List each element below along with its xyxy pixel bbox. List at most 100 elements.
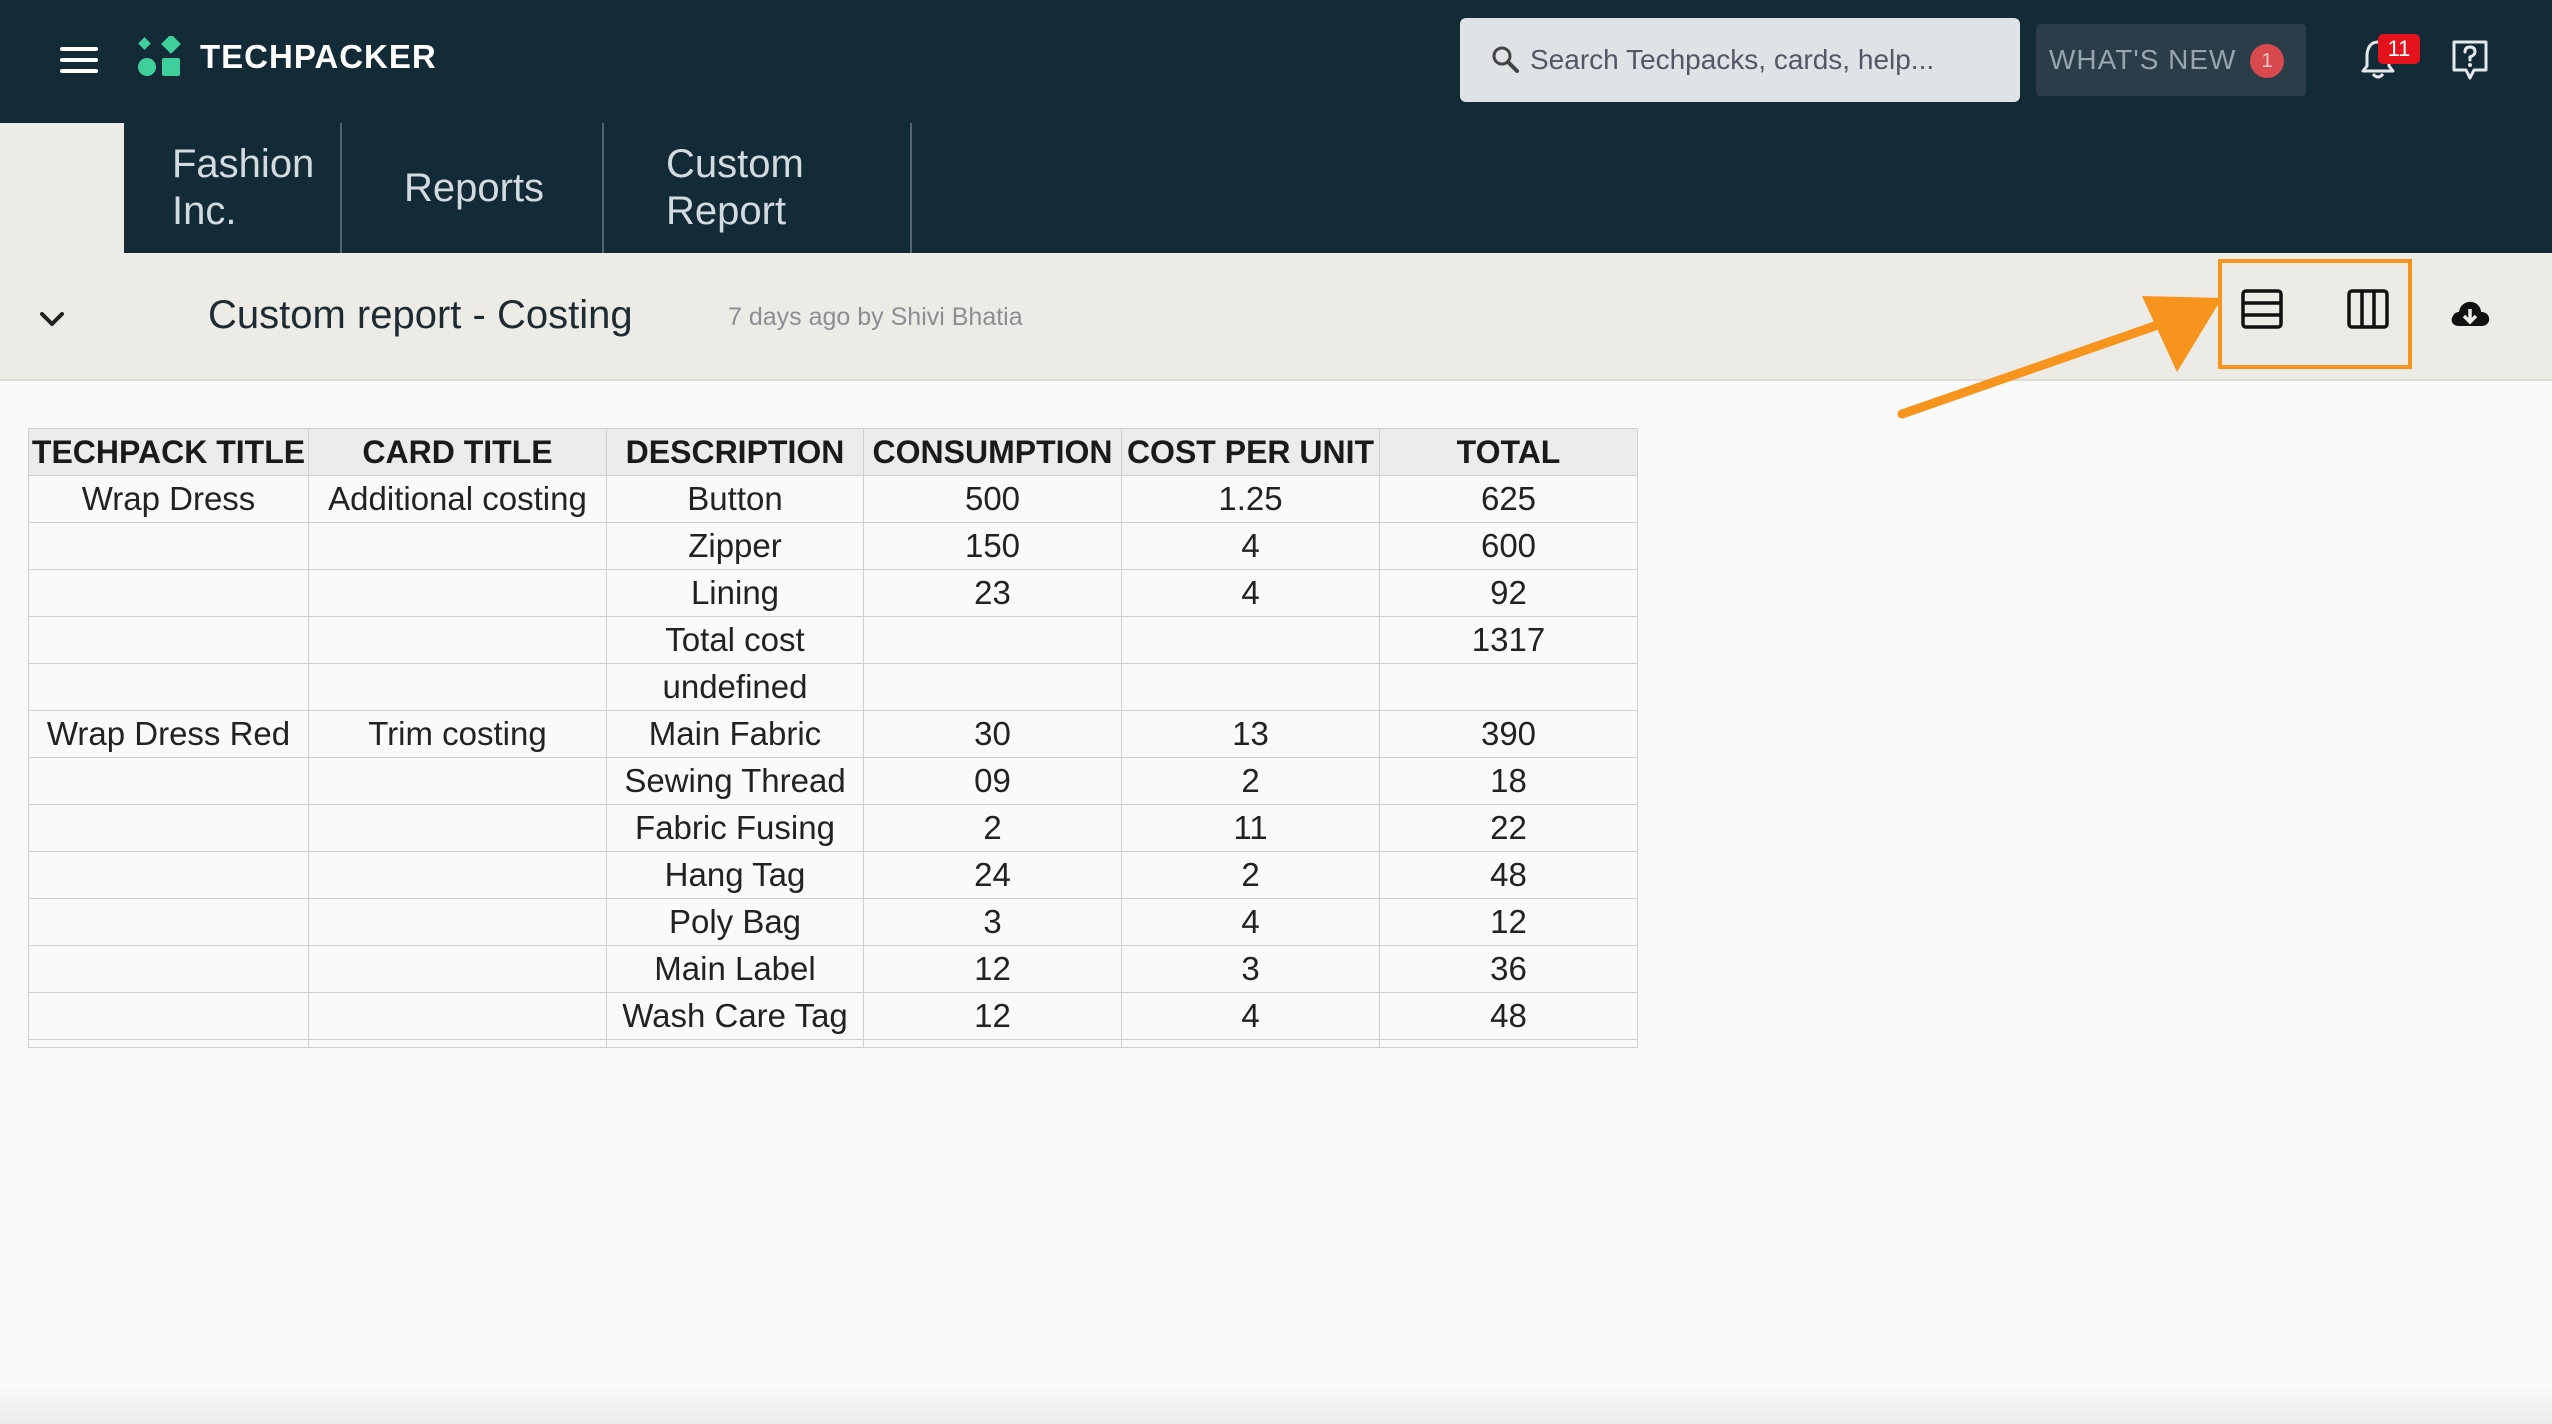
table-cell: 18 (1379, 757, 1638, 805)
table-cell: 390 (1379, 710, 1638, 758)
table-cell: 2 (1121, 851, 1380, 899)
table-cell: 48 (1379, 992, 1638, 1040)
report-title: Custom report - Costing (208, 293, 633, 337)
hamburger-icon[interactable] (58, 44, 102, 76)
table-cell: 24 (863, 851, 1122, 899)
table-cell (308, 522, 607, 570)
column-header: CONSUMPTION (863, 428, 1122, 476)
table-cell: 22 (1379, 804, 1638, 852)
table-cell: Main Label (606, 945, 864, 993)
annotation-arrow (1897, 296, 2222, 419)
table-cell: Lining (606, 569, 864, 617)
table-cell (308, 804, 607, 852)
table-cell: 30 (863, 710, 1122, 758)
table-cell: 92 (1379, 569, 1638, 617)
table-cell (28, 569, 309, 617)
search-box[interactable] (1460, 18, 2020, 102)
table-cell (863, 616, 1122, 664)
magnifier-icon (1492, 46, 1519, 73)
table-cell: 1.25 (1121, 475, 1380, 523)
table-cell: 4 (1121, 522, 1380, 570)
breadcrumb-item-reports[interactable]: Reports (342, 123, 604, 253)
chevron-down-icon[interactable] (36, 303, 68, 335)
table-cell (1121, 616, 1380, 664)
table-cell: Trim costing (308, 710, 607, 758)
table-cell: Sewing Thread (606, 757, 864, 805)
notification-badge: 11 (2378, 34, 2420, 64)
table-cell: Main Fabric (606, 710, 864, 758)
table-cell (308, 757, 607, 805)
table-cell: 11 (1121, 804, 1380, 852)
table-cell: Wrap Dress Red (28, 710, 309, 758)
table-row: Poly Bag 3 4 12 (28, 898, 1638, 946)
table-cell: 150 (863, 522, 1122, 570)
table-cell: 48 (1379, 851, 1638, 899)
table-cell: Fabric Fusing (606, 804, 864, 852)
table-cell: 2 (1121, 757, 1380, 805)
table-row: Main Label 12 3 36 (28, 945, 1638, 993)
table-cell: 4 (1121, 569, 1380, 617)
breadcrumb-item-custom-report[interactable]: Custom Report (604, 123, 912, 253)
table-cell: Additional costing (308, 475, 607, 523)
table-row: Wash Care Tag 12 4 48 (28, 992, 1638, 1040)
table-cell: 1317 (1379, 616, 1638, 664)
table-cell: Poly Bag (606, 898, 864, 946)
table-cell: 12 (863, 945, 1122, 993)
columns-layout-icon[interactable] (2342, 283, 2394, 335)
table-row: Fabric Fusing 2 11 22 (28, 804, 1638, 852)
table-cell: 3 (863, 898, 1122, 946)
table-row: Wrap Dress Additional costing Button 500 1.2… (28, 475, 1638, 523)
table-cell (1121, 663, 1380, 711)
table-cell: 12 (1379, 898, 1638, 946)
table-header-row: TECHPACK TITLE CARD TITLE DESCRIPTION CO… (28, 428, 1638, 476)
rows-layout-icon[interactable] (2236, 283, 2288, 335)
cloud-download-icon[interactable] (2448, 295, 2492, 335)
table-cell: Hang Tag (606, 851, 864, 899)
whats-new-label: WHAT'S NEW (2049, 44, 2237, 75)
table-cell: 4 (1121, 898, 1380, 946)
table-cell (308, 569, 607, 617)
table-cell (308, 851, 607, 899)
table-cell (28, 522, 309, 570)
top-navbar: TECHPACKER WHAT'S NEW 1 11 (0, 0, 2552, 123)
whats-new-button[interactable]: WHAT'S NEW 1 (2036, 24, 2306, 96)
table-cell: 4 (1121, 992, 1380, 1040)
column-header: TOTAL (1379, 428, 1638, 476)
column-header: TECHPACK TITLE (28, 428, 309, 476)
table-cell: 625 (1379, 475, 1638, 523)
table-cell: Wash Care Tag (606, 992, 864, 1040)
table-cell (308, 663, 607, 711)
table-cell (28, 945, 309, 993)
table-cell (308, 898, 607, 946)
table-cell (863, 663, 1122, 711)
table-cell: Wrap Dress (28, 475, 309, 523)
table-cell: 09 (863, 757, 1122, 805)
table-cell (308, 945, 607, 993)
column-header: CARD TITLE (308, 428, 607, 476)
table-cell: 12 (863, 992, 1122, 1040)
table-row: undefined (28, 663, 1638, 711)
help-bubble-icon[interactable] (2450, 38, 2490, 82)
table-cell: 500 (863, 475, 1122, 523)
techpacker-logo[interactable] (138, 36, 182, 78)
table-cell: Button (606, 475, 864, 523)
table-cell (28, 663, 309, 711)
table-cell (28, 992, 309, 1040)
table-cell: 23 (863, 569, 1122, 617)
brand-name: TECHPACKER (200, 38, 437, 75)
search-input[interactable] (1530, 36, 2000, 84)
table-cell (28, 616, 309, 664)
table-cell: undefined (606, 663, 864, 711)
table-cell (28, 898, 309, 946)
breadcrumb-item-fashion-inc[interactable]: Fashion Inc. (124, 123, 342, 253)
table-cell (1379, 663, 1638, 711)
table-row: Wrap Dress Red Trim costing Main Fabric 30 1… (28, 710, 1638, 758)
table-cell: 2 (863, 804, 1122, 852)
table-cell: Zipper (606, 522, 864, 570)
report-table: TECHPACK TITLE CARD TITLE DESCRIPTION CO… (28, 428, 1638, 1048)
table-cell (28, 851, 309, 899)
column-header: COST PER UNIT (1121, 428, 1380, 476)
column-header: DESCRIPTION (606, 428, 864, 476)
table-row: Hang Tag 24 2 48 (28, 851, 1638, 899)
table-cell (28, 804, 309, 852)
